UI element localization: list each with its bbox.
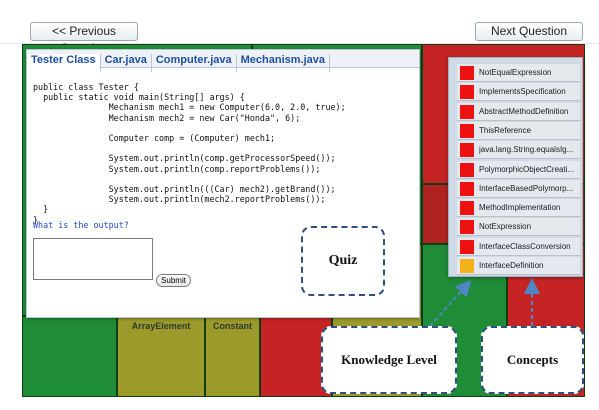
quiz-callout: Quiz xyxy=(301,226,385,296)
knowledge-arrow xyxy=(429,280,472,327)
concepts-callout: Concepts xyxy=(481,326,584,394)
knowledge-level-callout: Knowledge Level xyxy=(321,326,457,394)
